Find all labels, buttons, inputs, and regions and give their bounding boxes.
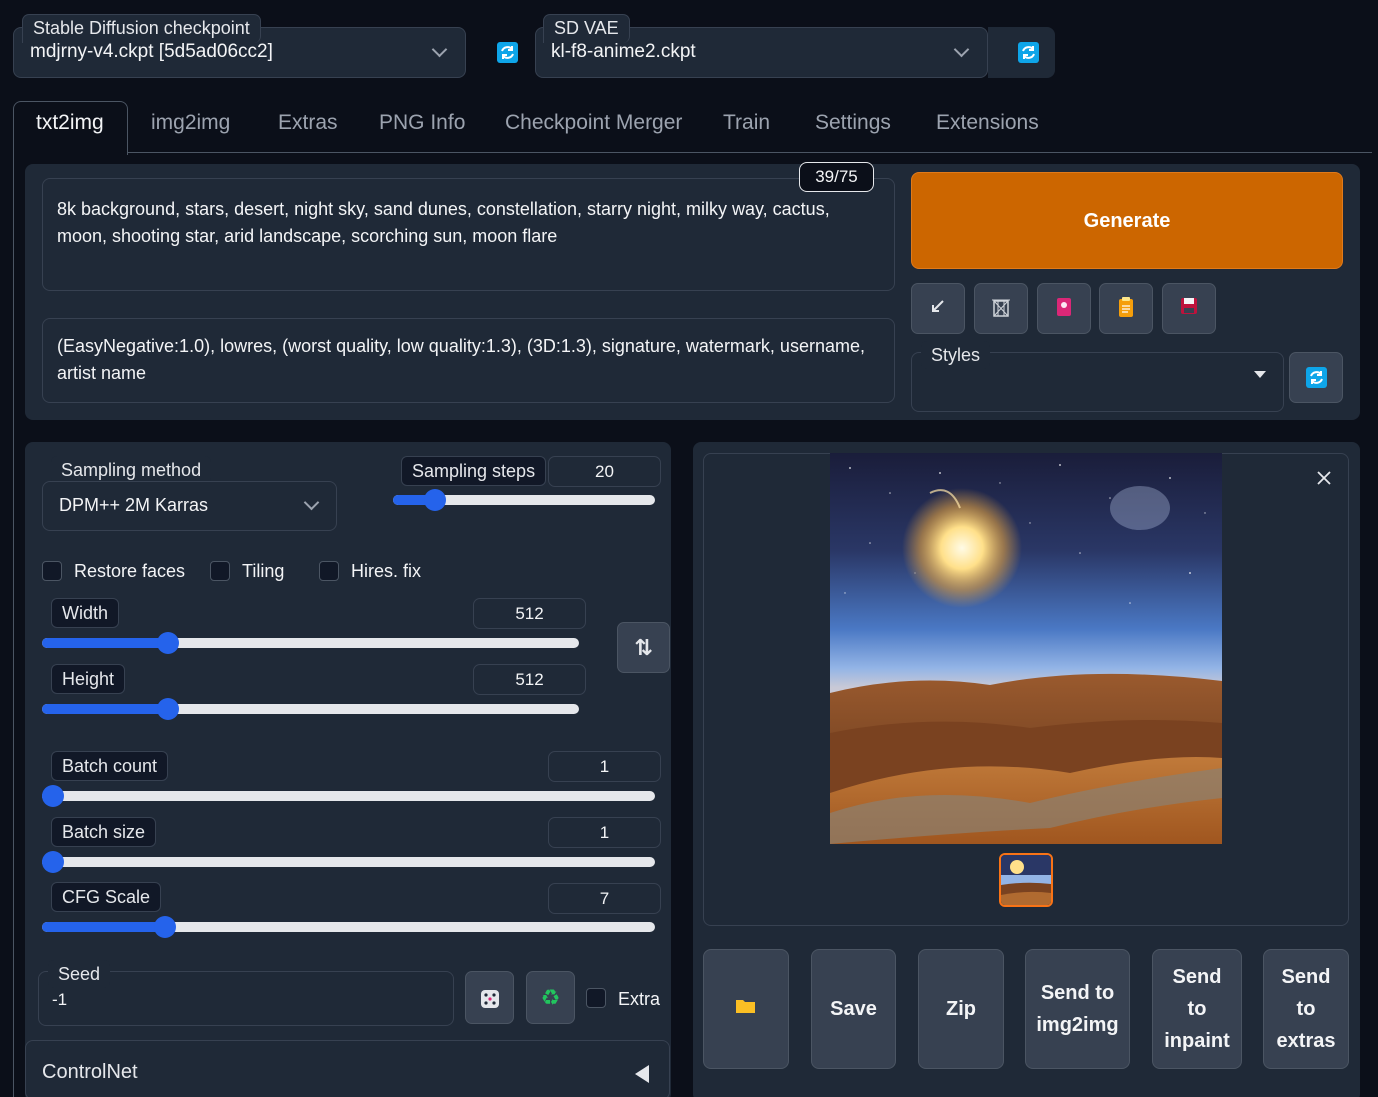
chevron-down-icon (303, 494, 320, 511)
save-button[interactable]: Save (811, 949, 896, 1069)
close-icon[interactable] (1316, 470, 1332, 486)
hires-fix-label: Hires. fix (351, 561, 422, 581)
seed-value: -1 (52, 990, 68, 1009)
batch-count-slider[interactable] (42, 785, 655, 807)
refresh-icon (1306, 367, 1327, 388)
batch-count-input[interactable]: 1 (548, 751, 661, 782)
arrow-icon (912, 296, 964, 322)
slider-thumb[interactable] (424, 489, 446, 511)
swap-dimensions-button[interactable]: ⇅ (617, 622, 670, 673)
random-seed-button[interactable] (465, 971, 514, 1024)
slider-thumb[interactable] (157, 698, 179, 720)
save-disk-icon (1163, 296, 1215, 322)
refresh-checkpoint-icon[interactable] (497, 42, 518, 63)
sampling-method-value: DPM++ 2M Karras (59, 495, 209, 515)
dropdown-arrow-icon (1254, 371, 1266, 378)
styles-label: Styles (921, 341, 991, 369)
controlnet-accordion[interactable]: ControlNet (25, 1040, 670, 1097)
batch-size-label: Batch size (51, 817, 157, 847)
batch-count-label: Batch count (51, 751, 169, 781)
generated-image[interactable] (830, 453, 1222, 844)
height-slider[interactable] (42, 698, 579, 720)
checkpoint-value: mdjrny-v4.ckpt [5d5ad06cc2] (30, 41, 273, 62)
sampling-method-label: Sampling method (51, 456, 212, 484)
controlnet-label: ControlNet (42, 1061, 138, 1083)
send-to-inpaint-button[interactable]: Send to inpaint (1152, 949, 1242, 1069)
restore-faces-label: Restore faces (74, 561, 186, 581)
chevron-down-icon (431, 41, 448, 58)
checkpoint-label: Stable Diffusion checkpoint (22, 14, 261, 43)
negative-prompt[interactable]: (EasyNegative:1.0), lowres, (worst quali… (42, 318, 895, 403)
height-input[interactable]: 512 (473, 664, 586, 695)
width-slider[interactable] (42, 632, 579, 654)
batch-size-input[interactable]: 1 (548, 817, 661, 848)
dice-icon (479, 985, 501, 1010)
batch-size-slider[interactable] (42, 851, 655, 873)
tab-panel-border (13, 152, 14, 1097)
extra-networks-button[interactable] (1037, 283, 1091, 334)
recycle-icon: ♻ (540, 985, 561, 1010)
sampling-steps-input[interactable]: 20 (548, 456, 661, 487)
refresh-vae-icon[interactable] (1018, 42, 1039, 63)
hires-fix-checkbox[interactable] (319, 561, 339, 581)
tab-settings[interactable]: Settings (815, 111, 891, 135)
tiling-label: Tiling (242, 561, 285, 581)
width-input[interactable]: 512 (473, 598, 586, 629)
restore-faces-checkbox[interactable] (42, 561, 62, 581)
swap-arrows-icon: ⇅ (634, 635, 653, 660)
sampling-steps-slider[interactable] (393, 489, 655, 511)
clipboard-icon (1100, 296, 1152, 324)
cfg-scale-label: CFG Scale (51, 882, 162, 912)
image-thumbnail[interactable] (999, 853, 1053, 907)
slider-thumb[interactable] (157, 632, 179, 654)
apply-style-button[interactable] (1099, 283, 1153, 334)
refresh-styles-button[interactable] (1289, 352, 1343, 403)
cfg-scale-input[interactable]: 7 (548, 883, 661, 914)
tab-extensions[interactable]: Extensions (936, 111, 1039, 135)
vae-label: SD VAE (543, 14, 630, 43)
slider-thumb[interactable] (42, 785, 64, 807)
read-params-button[interactable] (911, 283, 965, 334)
extra-seed-label: Extra (618, 989, 661, 1009)
tab-train[interactable]: Train (723, 111, 770, 135)
folder-icon (735, 993, 757, 1025)
tab-png-info[interactable]: PNG Info (379, 111, 465, 135)
reuse-seed-button[interactable]: ♻ (526, 971, 575, 1024)
tab-checkpoint-merger[interactable]: Checkpoint Merger (505, 111, 682, 135)
token-counter: 39/75 (799, 162, 874, 192)
tab-underline (127, 152, 1372, 153)
art-icon (1038, 296, 1090, 324)
extra-seed-checkbox[interactable] (586, 988, 606, 1008)
height-label: Height (51, 664, 126, 694)
seed-label: Seed (48, 960, 111, 988)
send-to-img2img-button[interactable]: Send to img2img (1025, 949, 1130, 1069)
collapse-arrow-icon (635, 1065, 649, 1083)
cfg-scale-slider[interactable] (42, 916, 655, 938)
zip-button[interactable]: Zip (918, 949, 1004, 1069)
tab-txt2img[interactable]: txt2img (36, 111, 104, 135)
width-label: Width (51, 598, 120, 628)
tiling-checkbox[interactable] (210, 561, 230, 581)
sampling-method-select[interactable]: DPM++ 2M Karras (42, 481, 337, 531)
tab-extras[interactable]: Extras (278, 111, 338, 135)
generate-button[interactable]: Generate (911, 172, 1343, 269)
tab-img2img[interactable]: img2img (151, 111, 230, 135)
sampling-steps-label: Sampling steps (401, 456, 547, 486)
chevron-down-icon (953, 41, 970, 58)
open-folder-button[interactable] (703, 949, 789, 1069)
send-to-extras-button[interactable]: Send to extras (1263, 949, 1349, 1069)
positive-prompt[interactable]: 8k background, stars, desert, night sky,… (42, 178, 895, 291)
trash-icon (975, 296, 1027, 324)
clear-prompt-button[interactable] (974, 283, 1028, 334)
slider-thumb[interactable] (42, 851, 64, 873)
vae-value: kl-f8-anime2.ckpt (551, 41, 696, 62)
save-style-button[interactable] (1162, 283, 1216, 334)
slider-thumb[interactable] (154, 916, 176, 938)
